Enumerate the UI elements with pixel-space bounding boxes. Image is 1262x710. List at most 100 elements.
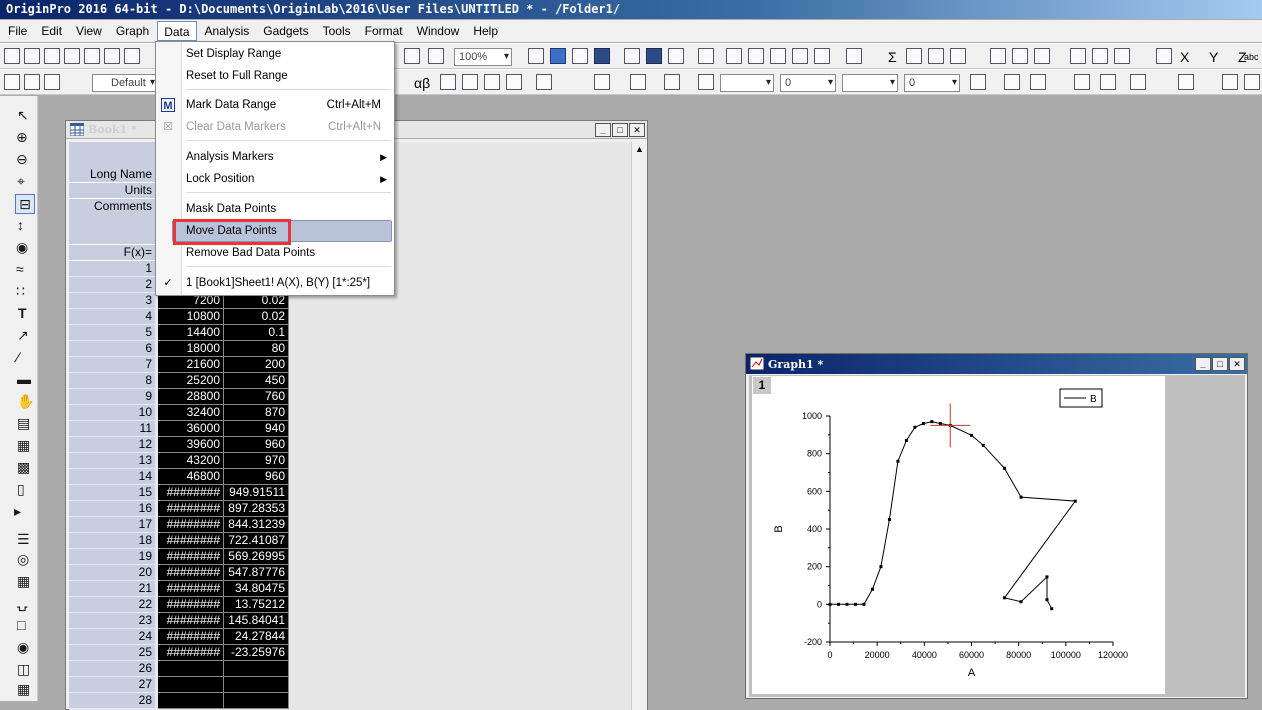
row-header[interactable]: 15	[69, 485, 155, 501]
cell-a[interactable]: 36000	[158, 421, 224, 437]
add-column-icon[interactable]	[846, 48, 862, 64]
menu-item-lock-position[interactable]: Lock Position ▶	[186, 169, 391, 189]
row-header[interactable]: 6	[69, 341, 155, 357]
row-header[interactable]: 3	[69, 293, 155, 309]
new-notes-icon[interactable]	[104, 48, 120, 64]
graph1-window[interactable]: Graph1 * _ □ ✕ -200 0 200 400 600 800 1000 0 200…	[745, 353, 1248, 699]
cell-b[interactable]: 960	[224, 469, 289, 485]
cell-a[interactable]: 18000	[158, 341, 224, 357]
row-header[interactable]: 26	[69, 661, 155, 677]
graph1-title-bar[interactable]: Graph1 * _ □ ✕	[746, 354, 1247, 374]
row-header[interactable]: 9	[69, 389, 155, 405]
copy-page-icon[interactable]	[572, 48, 588, 64]
unmerge-icon[interactable]	[1100, 74, 1116, 90]
subscript-icon[interactable]	[462, 74, 478, 90]
close-x-icon[interactable]	[1156, 48, 1172, 64]
row-header[interactable]: 17	[69, 517, 155, 533]
cell-b[interactable]: 844.31239	[224, 517, 289, 533]
cell-b[interactable]: 970	[224, 453, 289, 469]
line-tool-icon[interactable]: ∕	[17, 348, 19, 366]
menu-item-reset-to-full-range[interactable]: Reset to Full Range	[186, 66, 391, 86]
refresh-icon[interactable]	[428, 48, 444, 64]
row-header[interactable]: 20	[69, 565, 155, 581]
menu-analysis[interactable]: Analysis	[199, 21, 256, 41]
cell-a[interactable]: ########	[158, 485, 224, 501]
layer-badge[interactable]: 1	[753, 377, 771, 394]
statistics-icon[interactable]	[906, 48, 922, 64]
minimize-button[interactable]: _	[595, 123, 611, 137]
superscript-icon[interactable]	[440, 74, 456, 90]
row-header[interactable]: 4	[69, 309, 155, 325]
close-button[interactable]: ✕	[629, 123, 645, 137]
function-tool-icon[interactable]: ▤	[17, 414, 30, 432]
cell-a[interactable]: ########	[158, 581, 224, 597]
print-icon[interactable]	[528, 48, 544, 64]
cell-a[interactable]: 39600	[158, 437, 224, 453]
zoom-out-icon[interactable]: ⊖	[16, 150, 28, 168]
menu-window[interactable]: Window	[411, 21, 466, 41]
histogram-icon[interactable]	[1034, 48, 1050, 64]
wrap-icon[interactable]	[1130, 74, 1146, 90]
zoom-combo[interactable]: 100%	[454, 48, 512, 66]
cell-a[interactable]: ########	[158, 597, 224, 613]
filter-icon[interactable]	[1070, 48, 1086, 64]
object-icon[interactable]	[1222, 74, 1238, 90]
new-layout-icon[interactable]	[124, 48, 140, 64]
menu-graph[interactable]: Graph	[110, 21, 155, 41]
duplicate-icon[interactable]	[404, 48, 420, 64]
cell-b[interactable]: 569.26995	[224, 549, 289, 565]
menu-item-set-display-range[interactable]: Set Display Range	[186, 44, 391, 64]
expand-tools-icon[interactable]: ▸	[14, 502, 21, 520]
row-header[interactable]: 10	[69, 405, 155, 421]
menu-format[interactable]: Format	[359, 21, 409, 41]
cell-b[interactable]: 760	[224, 389, 289, 405]
new-function-icon[interactable]	[84, 48, 100, 64]
ruler-tool-icon[interactable]: □	[17, 616, 25, 634]
code-builder-icon[interactable]	[624, 48, 640, 64]
table-icon[interactable]	[1030, 74, 1046, 90]
layer-management-icon[interactable]	[594, 48, 610, 64]
cell-a[interactable]: ########	[158, 629, 224, 645]
layers-tool-icon[interactable]: ◫	[17, 660, 30, 678]
cell-a[interactable]	[158, 677, 224, 693]
menu-item-clear-data-markers[interactable]: Clear Data Markers Ctrl+Alt+N	[186, 117, 391, 137]
cell-a[interactable]: 46800	[158, 469, 224, 485]
greek-icon[interactable]: αβ	[414, 75, 430, 91]
cylinder-icon[interactable]: ▯	[17, 480, 25, 498]
cell-a[interactable]: 21600	[158, 357, 224, 373]
cell-b[interactable]: 34.80475	[224, 581, 289, 597]
cell-b[interactable]: 949.91511	[224, 485, 289, 501]
cell-b[interactable]: 940	[224, 421, 289, 437]
cell-b[interactable]: 0.02	[224, 309, 289, 325]
find-icon[interactable]	[726, 48, 742, 64]
draw-data-icon[interactable]: ≈	[16, 260, 24, 278]
row-header[interactable]: 27	[69, 677, 155, 693]
hand-tool-icon[interactable]: ✋	[17, 392, 34, 410]
row-header[interactable]: 11	[69, 421, 155, 437]
row-header[interactable]: 16	[69, 501, 155, 517]
hatch-icon[interactable]	[970, 74, 986, 90]
cell-a[interactable]: ########	[158, 549, 224, 565]
row-header[interactable]: 1	[69, 261, 155, 277]
row-header[interactable]: 24	[69, 629, 155, 645]
cell-a[interactable]: ########	[158, 517, 224, 533]
cell-b[interactable]	[224, 693, 289, 709]
export-graph-icon[interactable]	[550, 48, 566, 64]
scatter-icon[interactable]: ∷	[16, 282, 25, 300]
arrow-tool-icon[interactable]: ↗	[17, 326, 29, 344]
menu-data[interactable]: Data	[157, 21, 197, 41]
cell-a[interactable]: ########	[158, 533, 224, 549]
fill-width-combo[interactable]: 0	[904, 74, 960, 92]
row-header[interactable]: 25	[69, 645, 155, 661]
cell-b[interactable]: 897.28353	[224, 501, 289, 517]
merge-icon[interactable]	[1074, 74, 1090, 90]
row-header[interactable]: 22	[69, 597, 155, 613]
pattern-icon[interactable]	[630, 74, 646, 90]
font-color-icon[interactable]	[536, 74, 552, 90]
cell-a[interactable]	[158, 661, 224, 677]
reapply-filter-icon[interactable]	[1114, 48, 1130, 64]
cut-icon[interactable]	[4, 74, 20, 90]
line-style-combo[interactable]	[720, 74, 774, 92]
row-header[interactable]: 19	[69, 549, 155, 565]
cell-b[interactable]: 13.75212	[224, 597, 289, 613]
